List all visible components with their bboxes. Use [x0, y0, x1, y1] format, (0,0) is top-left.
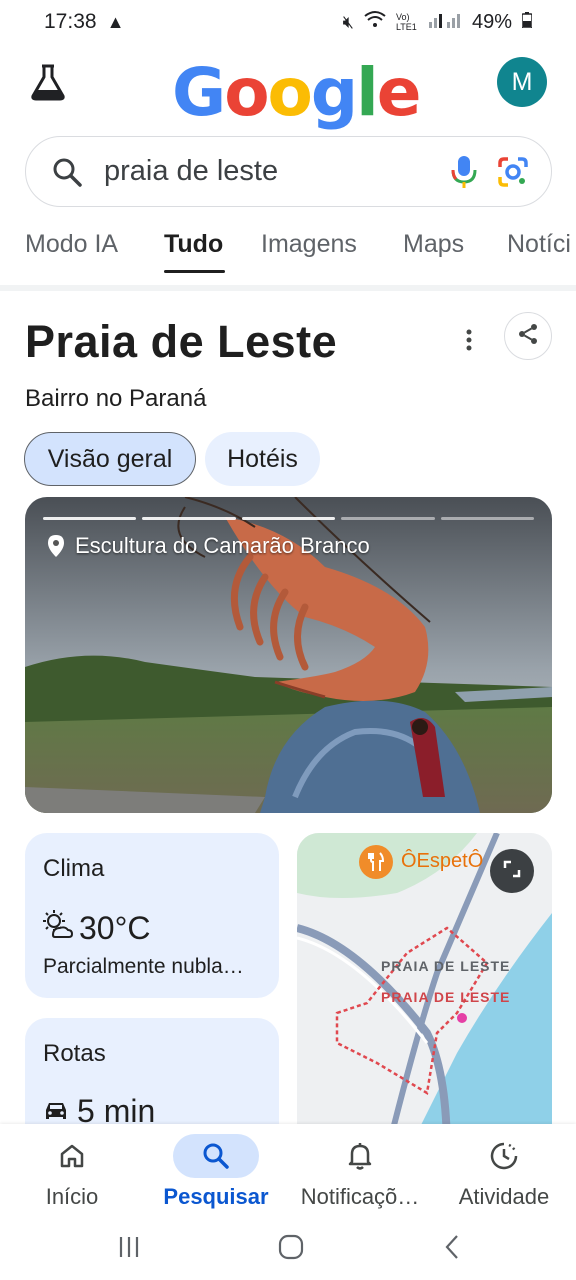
- tab-imagens[interactable]: Imagens: [261, 230, 357, 259]
- share-button[interactable]: [504, 312, 552, 360]
- nav-notificacoes[interactable]: Notificaçõ…: [288, 1124, 432, 1224]
- nav-notificacoes-label: Notificaçõ…: [300, 1184, 420, 1209]
- home-icon: [29, 1134, 115, 1178]
- mute-icon: 🔇︎: [342, 11, 354, 32]
- search-tabs: Modo IA Tudo Imagens Maps Notíci: [0, 230, 576, 280]
- active-tab-indicator: [164, 270, 225, 273]
- weather-card[interactable]: Clima 30°C Parcialmente nubla…: [25, 833, 279, 998]
- weather-title: Clima: [43, 855, 105, 882]
- expand-map-button[interactable]: [490, 849, 534, 893]
- routes-title: Rotas: [43, 1040, 106, 1067]
- google-lens-icon[interactable]: [496, 155, 530, 194]
- status-icons: 🔇︎ Vo) LTE1 49%: [342, 10, 533, 34]
- home-button-icon[interactable]: [278, 1234, 304, 1265]
- weather-temp-row: 30°C: [41, 909, 151, 947]
- bottom-navigation: Início Pesquisar Notificaçõ… Atividade: [0, 1124, 576, 1224]
- story-progress-bars: [43, 517, 535, 520]
- result-subtitle: Bairro no Paraná: [25, 385, 207, 412]
- recent-apps-icon[interactable]: [116, 1234, 142, 1265]
- map-area-label-highlight: PRAIA DE LESTE: [381, 989, 511, 1005]
- battery-text: 49%: [471, 10, 512, 33]
- weather-temp: 30°C: [79, 909, 151, 946]
- system-navigation-bar: [0, 1224, 576, 1280]
- location-pin-icon: [47, 534, 65, 558]
- nav-atividade[interactable]: Atividade: [432, 1124, 576, 1224]
- share-icon: [516, 322, 540, 351]
- microphone-icon[interactable]: [450, 154, 478, 195]
- photo-caption: Escultura do Camarão Branco: [47, 533, 370, 559]
- map-card[interactable]: ÔEspetÔ PRAIA DE LESTE PRAIA DE LESTE: [297, 833, 552, 1153]
- status-bar: 17:38 ▲ 🔇︎ Vo) LTE1 49%: [0, 0, 576, 44]
- nav-atividade-label: Atividade: [458, 1184, 550, 1209]
- search-input[interactable]: praia de leste: [104, 155, 278, 188]
- restaurant-icon[interactable]: [359, 845, 393, 879]
- google-doodle-logo[interactable]: Google: [172, 52, 422, 132]
- tab-modo-ia[interactable]: Modo IA: [25, 230, 118, 259]
- wifi-icon: [364, 10, 386, 34]
- status-time: 17:38: [44, 10, 97, 33]
- result-title: Praia de Leste: [25, 316, 338, 367]
- labs-flask-icon[interactable]: [28, 62, 68, 102]
- tab-tudo[interactable]: Tudo: [164, 230, 223, 259]
- search-icon: [173, 1134, 259, 1178]
- nav-inicio-label: Início: [45, 1184, 99, 1209]
- tab-noticias[interactable]: Notíci: [507, 230, 571, 259]
- bell-icon: [317, 1134, 403, 1178]
- chip-visao-geral[interactable]: Visão geral: [24, 432, 196, 486]
- network-label: Vo) LTE1: [395, 12, 417, 32]
- chip-hoteis[interactable]: Hotéis: [205, 432, 320, 486]
- more-options-icon[interactable]: [460, 326, 478, 359]
- expand-icon: [502, 859, 522, 884]
- avatar[interactable]: M: [497, 57, 547, 107]
- back-icon[interactable]: [440, 1234, 466, 1265]
- nav-pesquisar-label: Pesquisar: [163, 1184, 269, 1209]
- map-place-label[interactable]: ÔEspetÔ: [401, 850, 483, 873]
- tab-maps[interactable]: Maps: [403, 230, 464, 259]
- photo-caption-text: Escultura do Camarão Branco: [75, 533, 370, 558]
- hero-photo[interactable]: Escultura do Camarão Branco: [25, 497, 552, 813]
- warning-icon: ▲: [106, 11, 125, 32]
- divider: [0, 285, 576, 291]
- nav-pesquisar[interactable]: Pesquisar: [144, 1124, 288, 1224]
- map-area-label: PRAIA DE LESTE: [381, 958, 511, 974]
- battery-icon: [521, 11, 533, 34]
- signal-icon: [428, 10, 462, 34]
- app-header: Google M: [0, 48, 576, 131]
- nav-inicio[interactable]: Início: [0, 1124, 144, 1224]
- activity-icon: [461, 1134, 547, 1178]
- search-icon: [52, 157, 82, 192]
- search-box[interactable]: praia de leste: [25, 136, 552, 207]
- weather-desc: Parcialmente nubla…: [43, 955, 244, 978]
- partly-cloudy-icon: [41, 909, 74, 947]
